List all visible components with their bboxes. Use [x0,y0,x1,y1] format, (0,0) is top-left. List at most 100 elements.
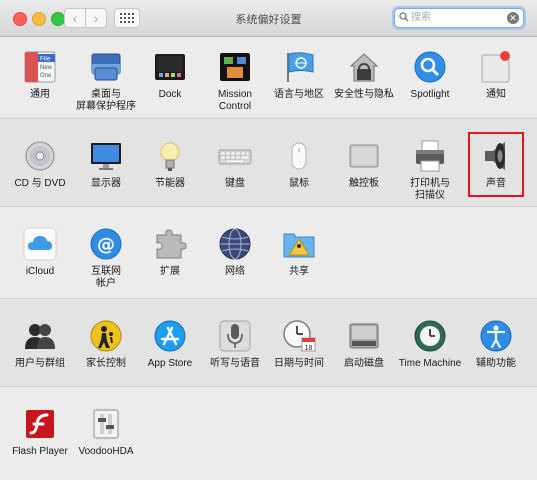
pane-label: 扩展 [160,266,180,277]
display-icon [89,139,123,173]
pane-internet-accounts[interactable]: @ 互联网 帐户 [73,227,139,290]
dock-icon [153,50,187,84]
pane-label: 共享 [289,266,309,277]
general-icon: File New One [23,50,57,84]
pane-label: 启动磁盘 [344,358,384,369]
notifications-icon [479,50,513,84]
at-sign-icon: @ [89,227,123,261]
hard-disk-icon [347,319,381,353]
clock-calendar-icon: 18 [282,319,316,353]
pane-extensions[interactable]: 扩展 [137,227,203,278]
parental-controls-icon [89,319,123,353]
search-field[interactable]: ✕ [394,8,524,28]
pane-label: VoodooHDA [78,446,134,457]
title-bar: ‹ › 系统偏好设置 ✕ [0,0,537,37]
pane-label: Dock [158,89,182,100]
pane-trackpad[interactable]: 触控板 [331,139,397,190]
pane-label: 用户与群组 [15,358,65,369]
mission-control-icon [218,50,252,84]
pane-sharing[interactable]: 共享 [266,227,332,278]
other-section: Flash Player VoodooHDA [0,387,537,480]
pane-accessibility[interactable]: 辅助功能 [463,319,529,370]
sharing-folder-icon [282,227,316,261]
pane-voodoohda[interactable]: VoodooHDA [73,407,139,458]
system-section: 用户与群组 家长控制 App Store 听写与语音 18 日期与时间 启动磁盘… [0,298,537,387]
pane-date-time[interactable]: 18 日期与时间 [266,319,332,370]
pane-label: 辅助功能 [476,358,516,369]
pane-label: Mission Control [218,89,252,112]
pane-cd-dvd[interactable]: CD 与 DVD [7,139,73,190]
pane-label: 网络 [225,266,245,277]
pane-label: 语言与地区 [274,89,324,100]
printer-icon [413,139,447,173]
svg-text:@: @ [97,235,115,256]
pane-app-store[interactable]: App Store [137,319,203,370]
pane-label: Time Machine [398,358,462,369]
clear-search-icon[interactable]: ✕ [507,12,519,24]
pane-label: 通知 [486,89,506,100]
pane-parental-controls[interactable]: 家长控制 [73,319,139,370]
pane-dock[interactable]: Dock [137,50,203,101]
pane-label: 显示器 [91,178,121,189]
svg-text:New: New [40,65,53,71]
pane-label: 日期与时间 [274,358,324,369]
pane-label: 通用 [30,89,50,100]
pane-label: 安全性与隐私 [334,89,394,100]
pane-keyboard[interactable]: 键盘 [202,139,268,190]
app-store-icon [153,319,187,353]
spotlight-icon [413,50,447,84]
time-machine-icon [413,319,447,353]
pane-dictation-speech[interactable]: 听写与语音 [202,319,268,370]
pane-label: 家长控制 [86,358,126,369]
pane-flash-player[interactable]: Flash Player [7,407,73,458]
voodoohda-icon [89,407,123,441]
pane-energy-saver[interactable]: 节能器 [137,139,203,190]
pane-label: 听写与语音 [210,358,260,369]
accessibility-icon [479,319,513,353]
pane-displays[interactable]: 显示器 [73,139,139,190]
pane-label: iCloud [25,266,55,277]
trackpad-icon [347,139,381,173]
internet-section: iCloud @ 互联网 帐户 扩展 网络 共享 [0,207,537,298]
pane-mission-control[interactable]: Mission Control [202,50,268,113]
svg-text:18: 18 [305,345,313,352]
pane-label: 键盘 [225,178,245,189]
pane-label: 互联网 帐户 [91,266,121,289]
sound-highlight-box [468,132,524,197]
pane-label: 打印机与 扫描仪 [410,178,450,201]
pane-icloud[interactable]: iCloud [7,227,73,278]
pane-label: 节能器 [155,178,185,189]
microphone-icon [218,319,252,353]
pane-label: CD 与 DVD [14,178,66,189]
hardware-section: CD 与 DVD 显示器 节能器 键盘 鼠标 触控板 打印机与 扫描仪 声音 [0,118,537,207]
flag-icon [282,50,316,84]
pane-notifications[interactable]: 通知 [463,50,529,101]
puzzle-piece-icon [153,227,187,261]
pane-time-machine[interactable]: Time Machine [397,319,463,370]
pane-users-groups[interactable]: 用户与群组 [7,319,73,370]
pane-label: 桌面与 屏幕保护程序 [76,89,136,112]
pane-spotlight[interactable]: Spotlight [397,50,463,101]
desktop-screensaver-icon [89,50,123,84]
search-icon [399,12,409,22]
search-input[interactable] [411,10,506,25]
users-icon [23,319,57,353]
pane-startup-disk[interactable]: 启动磁盘 [331,319,397,370]
pane-label: Flash Player [12,446,68,457]
pane-label: Spotlight [410,89,450,100]
pane-network[interactable]: 网络 [202,227,268,278]
personal-section: File New One 通用 桌面与 屏幕保护程序 Dock Mission … [0,37,537,118]
keyboard-icon [218,139,252,173]
mouse-icon [282,139,316,173]
pane-printers-scanners[interactable]: 打印机与 扫描仪 [397,139,463,202]
pane-desktop-screensaver[interactable]: 桌面与 屏幕保护程序 [73,50,139,113]
disc-icon [23,139,57,173]
svg-text:One: One [40,73,52,79]
pane-general[interactable]: File New One 通用 [7,50,73,101]
pane-mouse[interactable]: 鼠标 [266,139,332,190]
pane-label: 鼠标 [289,178,309,189]
pane-security-privacy[interactable]: 安全性与隐私 [331,50,397,101]
pane-label: App Store [147,358,193,369]
lightbulb-icon [153,139,187,173]
pane-language-region[interactable]: 语言与地区 [266,50,332,101]
